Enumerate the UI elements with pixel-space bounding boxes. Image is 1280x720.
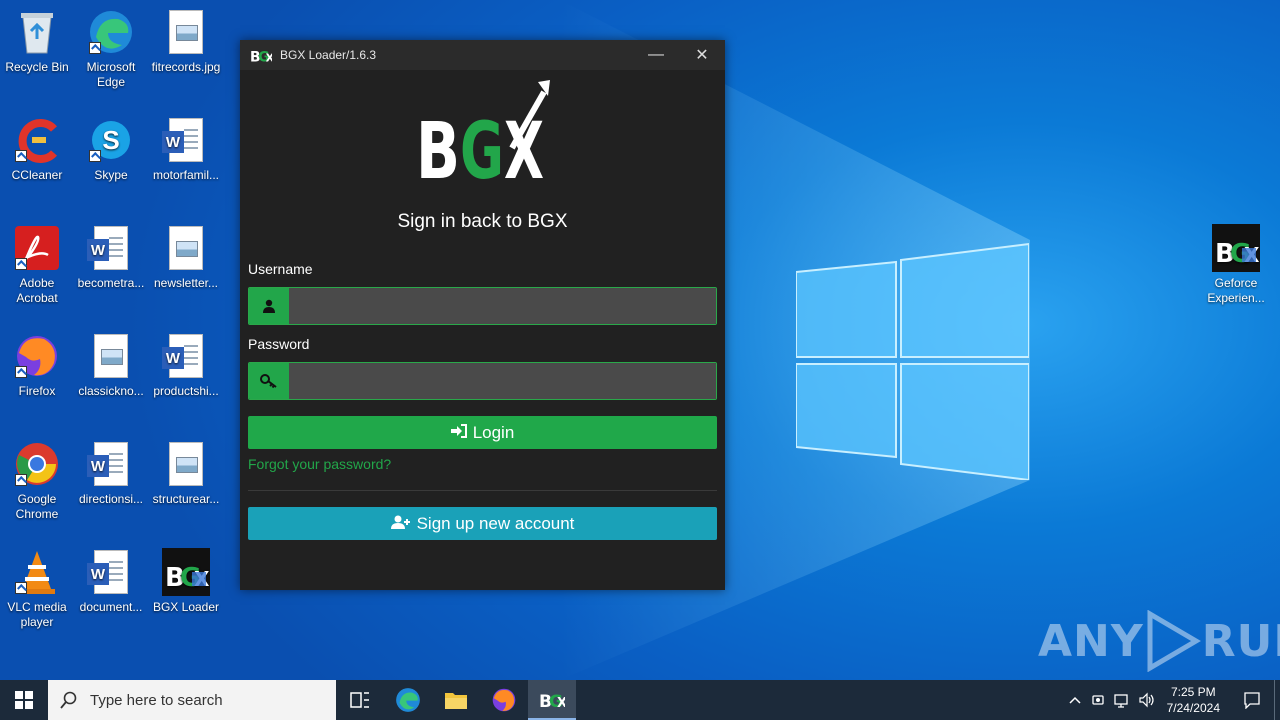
taskbar-search-box[interactable]: Type here to search: [48, 680, 336, 720]
vlc-cone-icon: [13, 548, 61, 596]
user-plus-icon: [390, 514, 411, 534]
ccleaner-icon: [13, 116, 61, 164]
image-file-icon: [162, 8, 210, 56]
signup-button-label: Sign up new account: [416, 513, 575, 533]
desktop-icon-productshi[interactable]: W productshi...: [150, 332, 222, 399]
svg-text:S: S: [102, 125, 119, 155]
image-file-icon: [162, 440, 210, 488]
svg-text:B: B: [416, 107, 460, 188]
desktop-icon-newsletter[interactable]: newsletter...: [150, 224, 222, 291]
desktop-icon-firefox[interactable]: Firefox: [1, 332, 73, 399]
minimize-button[interactable]: —: [633, 40, 679, 70]
firefox-icon: [13, 332, 61, 380]
firefox-icon: [492, 688, 516, 712]
key-icon: [249, 363, 289, 399]
search-icon: [60, 691, 77, 709]
username-label: Username: [248, 261, 313, 277]
desktop-icon-ccleaner[interactable]: CCleaner: [1, 116, 73, 183]
password-label: Password: [248, 336, 310, 352]
bgx-loader-window: BGX BGX Loader/1.6.3 — ✕ B G X Sign in b…: [240, 40, 725, 590]
bgx-loader-icon: BGX: [539, 692, 565, 711]
sign-in-icon: [450, 423, 467, 443]
desktop-icon-directionsi[interactable]: W directionsi...: [75, 440, 147, 507]
desktop-icon-motorfamil[interactable]: W motorfamil...: [150, 116, 222, 183]
edge-icon: [396, 688, 420, 712]
volume-icon[interactable]: [1135, 692, 1159, 708]
taskbar-file-explorer[interactable]: [432, 680, 480, 720]
password-input-group: [248, 362, 717, 400]
system-tray: 7:25 PM 7/24/2024: [1063, 680, 1280, 720]
bgx-loader-icon: BGX: [162, 548, 210, 596]
task-view-button[interactable]: [336, 680, 384, 720]
desktop-icon-vlc[interactable]: VLC media player: [1, 548, 73, 630]
taskbar: Type here to search BGX 7:25 PM 7/24/202…: [0, 680, 1280, 720]
notification-icon[interactable]: [1230, 691, 1274, 709]
word-document-icon: W: [87, 548, 135, 596]
word-document-icon: W: [87, 440, 135, 488]
login-button-label: Login: [472, 422, 515, 442]
search-placeholder: Type here to search: [90, 691, 223, 709]
desktop-icon-classickno[interactable]: classickno...: [75, 332, 147, 399]
desktop-icon-google-chrome[interactable]: Google Chrome: [1, 440, 73, 522]
forgot-password-link[interactable]: Forgot your password?: [248, 456, 391, 472]
desktop-icon-becometra[interactable]: W becometra...: [75, 224, 147, 291]
bgx-geforce-icon: BGX: [1212, 224, 1260, 272]
login-button[interactable]: Login: [248, 416, 717, 449]
svg-text:X: X: [504, 107, 544, 188]
username-input-group: [248, 287, 717, 325]
desktop-icon-adobe-acrobat[interactable]: Adobe Acrobat: [1, 224, 73, 306]
desktop-icon-recycle-bin[interactable]: Recycle Bin: [1, 8, 73, 75]
taskbar-clock[interactable]: 7:25 PM 7/24/2024: [1167, 684, 1220, 716]
close-button[interactable]: ✕: [679, 40, 725, 70]
desktop-icon-document[interactable]: W document...: [75, 548, 147, 615]
divider: [248, 490, 717, 491]
window-title: BGX Loader/1.6.3: [280, 48, 377, 62]
anyrun-watermark: ANY RUN: [1038, 610, 1280, 672]
windows-logo-wallpaper: [796, 242, 1029, 480]
recycle-bin-icon: [13, 8, 61, 56]
word-document-icon: W: [87, 224, 135, 272]
taskbar-edge[interactable]: [384, 680, 432, 720]
folder-icon: [445, 693, 467, 709]
watermark-left-text: ANY: [1038, 615, 1144, 667]
user-icon: [249, 288, 289, 324]
signup-button[interactable]: Sign up new account: [248, 507, 717, 540]
clock-time: 7:25 PM: [1170, 685, 1216, 699]
image-file-icon: [87, 332, 135, 380]
meet-now-icon[interactable]: [1087, 692, 1111, 708]
edge-icon: [87, 8, 135, 56]
password-input[interactable]: [289, 363, 716, 399]
bgx-logo: B G X: [416, 78, 556, 197]
svg-text:X: X: [557, 696, 565, 711]
image-file-icon: [162, 224, 210, 272]
watermark-right-text: RUN: [1201, 615, 1280, 667]
svg-text:X: X: [266, 51, 272, 64]
clock-date: 7/24/2024: [1166, 701, 1220, 715]
taskbar-firefox[interactable]: [480, 680, 528, 720]
acrobat-icon: [13, 224, 61, 272]
desktop-icon-fitrecords[interactable]: fitrecords.jpg: [150, 8, 222, 75]
desktop-icon-edge[interactable]: Microsoft Edge: [75, 8, 147, 90]
network-icon[interactable]: [1111, 692, 1135, 708]
desktop-icon-bgx-loader[interactable]: BGX BGX Loader: [150, 548, 222, 615]
skype-icon: S: [87, 116, 135, 164]
desktop-icon-geforce[interactable]: BGX Geforce Experien...: [1200, 224, 1272, 306]
sign-in-subtitle: Sign in back to BGX: [397, 211, 568, 232]
desktop-icon-skype[interactable]: S Skype: [75, 116, 147, 183]
username-input[interactable]: [289, 288, 716, 324]
window-titlebar[interactable]: BGX BGX Loader/1.6.3 — ✕: [240, 40, 725, 70]
show-desktop-button[interactable]: [1274, 680, 1280, 720]
start-button[interactable]: [0, 680, 48, 720]
chevron-up-icon[interactable]: [1063, 696, 1087, 704]
svg-text:G: G: [460, 107, 504, 188]
task-view-icon: [350, 692, 369, 708]
word-document-icon: W: [162, 116, 210, 164]
word-document-icon: W: [162, 332, 210, 380]
chrome-icon: [13, 440, 61, 488]
app-logo-icon: BGX: [250, 44, 272, 66]
windows-start-icon: [15, 691, 33, 709]
taskbar-bgx-loader[interactable]: BGX: [528, 680, 576, 720]
desktop-icon-structurear[interactable]: structurear...: [150, 440, 222, 507]
play-triangle-icon: [1147, 610, 1201, 672]
